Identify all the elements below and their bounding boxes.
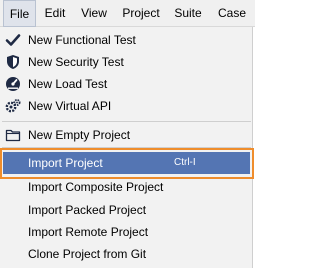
menu-item-new-functional-test[interactable]: New Functional Test [0, 29, 253, 51]
menu-item-new-empty-project[interactable]: New Empty Project [0, 124, 253, 146]
folder-icon [5, 127, 21, 143]
menu-bar: File Edit View Project Suite Case [0, 0, 255, 27]
menu-item-import-project[interactable]: Import Project Ctrl-I [3, 152, 250, 174]
shield-icon [5, 54, 21, 70]
menu-item-new-virtual-api[interactable]: New Virtual API [0, 95, 253, 117]
menu-item-label: New Security Test [28, 55, 124, 69]
menu-item-clone-project-from-git[interactable]: Clone Project from Git [0, 243, 253, 265]
menu-project[interactable]: Project [119, 0, 163, 27]
menu-item-new-load-test[interactable]: New Load Test [0, 73, 253, 95]
menu-item-shortcut: Ctrl-I [174, 157, 196, 168]
menu-item-label: New Load Test [28, 77, 108, 91]
menu-item-import-composite-project[interactable]: Import Composite Project [0, 176, 253, 198]
checkmark-icon [5, 32, 21, 48]
menu-item-label: Import Packed Project [28, 203, 147, 217]
menu-item-label: Clone Project from Git [28, 247, 147, 261]
file-menu-dropdown: New Functional Test New Security Test Ne… [0, 27, 253, 268]
gauge-icon [5, 76, 21, 92]
menu-item-label: Import Remote Project [28, 225, 149, 239]
menu-item-label: New Empty Project [28, 128, 131, 142]
menu-edit[interactable]: Edit [40, 0, 70, 27]
gears-icon [5, 98, 21, 114]
menu-item-label: New Virtual API [28, 99, 112, 113]
menu-item-label: Import Project [28, 156, 103, 170]
menu-view[interactable]: View [77, 0, 111, 27]
menu-case[interactable]: Case [216, 0, 248, 27]
menu-item-import-packed-project[interactable]: Import Packed Project [0, 199, 253, 221]
menu-item-label: New Functional Test [28, 33, 136, 47]
menu-separator [2, 147, 251, 148]
menu-file[interactable]: File [3, 0, 36, 27]
menu-item-new-security-test[interactable]: New Security Test [0, 51, 253, 73]
menu-separator [2, 121, 251, 122]
menu-item-import-remote-project[interactable]: Import Remote Project [0, 221, 253, 243]
menu-suite[interactable]: Suite [171, 0, 205, 27]
menu-item-label: Import Composite Project [28, 180, 164, 194]
